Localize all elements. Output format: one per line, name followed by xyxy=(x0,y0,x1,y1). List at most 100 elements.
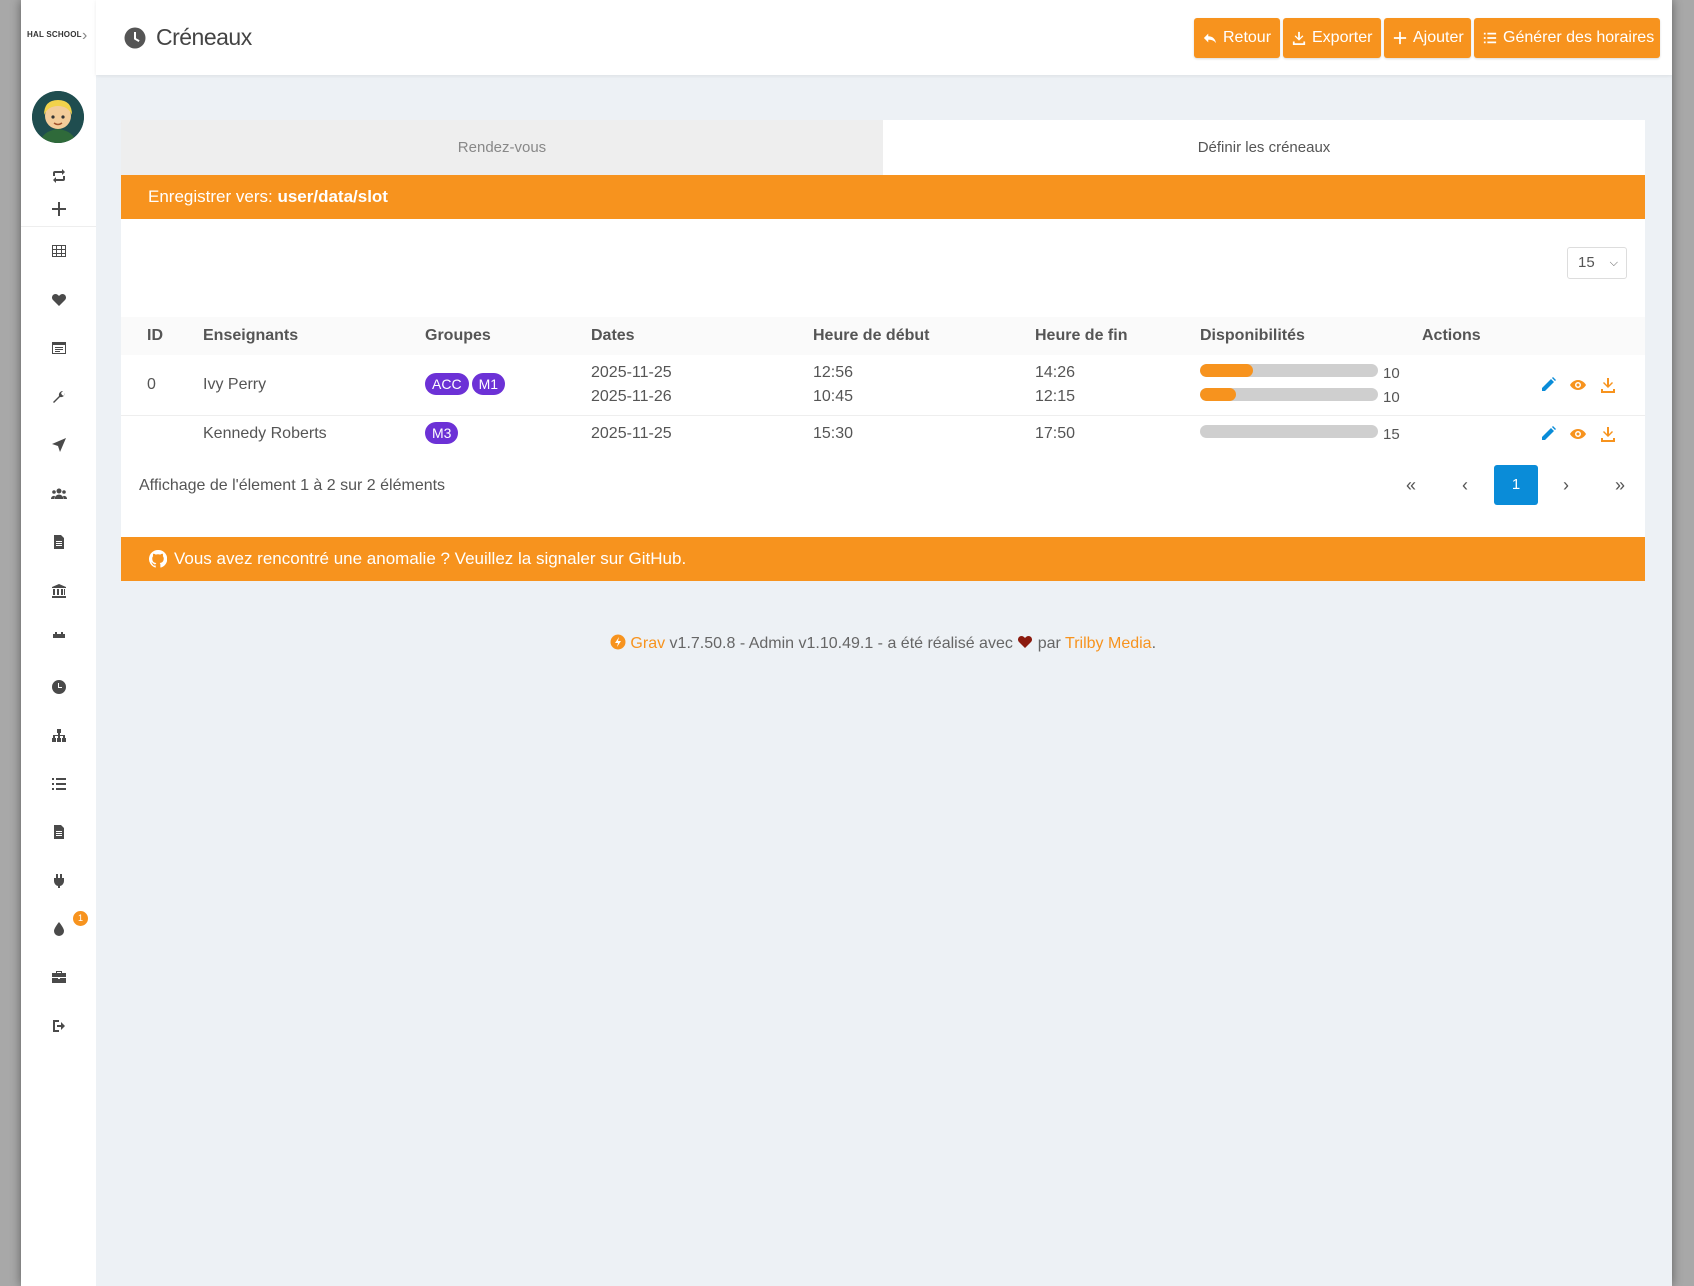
app-window: HAL SCHOOL › 1 Créneaux Retour Exporter … xyxy=(21,0,1672,1286)
generate-schedules-button[interactable]: Générer des horaires xyxy=(1474,18,1660,58)
column-header-teachers[interactable]: Enseignants xyxy=(203,317,298,355)
pagination-last-button[interactable]: » xyxy=(1598,465,1642,505)
slots-panel: 15 ⌵ ID Enseignants Groupes Dates Heure … xyxy=(121,219,1645,537)
sidebar-logout-icon[interactable] xyxy=(21,1018,96,1039)
column-header-dates[interactable]: Dates xyxy=(591,317,635,355)
availability-progress-bar xyxy=(1200,388,1378,401)
table-header: ID Enseignants Groupes Dates Heure de dé… xyxy=(121,317,1645,355)
export-button-label: Exporter xyxy=(1312,29,1373,46)
row-end-time: 17:50 xyxy=(1035,425,1076,442)
sidebar-add-icon[interactable] xyxy=(21,201,96,222)
chevron-down-icon: ⌵ xyxy=(1609,257,1618,269)
column-header-groups[interactable]: Groupes xyxy=(425,317,491,355)
per-page-value: 15 xyxy=(1578,254,1595,271)
row-start-time: 10:45 xyxy=(813,388,854,405)
save-location-path: user/data/slot xyxy=(277,187,388,206)
trilby-media-link[interactable]: Trilby Media xyxy=(1065,635,1152,652)
row-end-time: 12:15 xyxy=(1035,388,1076,405)
view-eye-icon[interactable] xyxy=(1569,376,1587,394)
clock-icon xyxy=(124,27,146,49)
sidebar-heart-icon[interactable] xyxy=(21,292,96,313)
group-badge: ACC xyxy=(425,373,469,395)
tab-define-slots[interactable]: Définir les créneaux xyxy=(883,120,1645,175)
bug-report-bar[interactable]: Vous avez rencontré une anomalie ? Veuil… xyxy=(121,537,1645,581)
sidebar-divider xyxy=(21,226,96,227)
sidebar-institution-icon[interactable] xyxy=(21,583,96,604)
sidebar-document-icon[interactable] xyxy=(21,824,96,845)
edit-pencil-icon[interactable] xyxy=(1539,376,1557,394)
row-start-time: 15:30 xyxy=(813,425,854,442)
download-icon[interactable] xyxy=(1599,376,1617,394)
view-eye-icon[interactable] xyxy=(1569,425,1587,443)
group-badge: M1 xyxy=(471,373,506,395)
row-date: 2025-11-25 xyxy=(591,364,672,381)
row-groups: ACC M1 xyxy=(425,373,508,395)
footer-by-text: par xyxy=(1033,635,1066,652)
sidebar-toolbox-icon[interactable] xyxy=(21,969,96,990)
sidebar-calendar-list-icon[interactable] xyxy=(21,340,96,361)
column-header-availability[interactable]: Disponibilités xyxy=(1200,317,1305,355)
availability-count: 15 xyxy=(1383,426,1400,443)
sidebar-grid-icon[interactable] xyxy=(21,243,96,264)
footer-version-text: v1.7.50.8 - Admin v1.10.49.1 - a été réa… xyxy=(665,635,1018,652)
availability-progress-bar xyxy=(1200,425,1378,438)
availability-count: 10 xyxy=(1383,389,1400,406)
row-groups: M3 xyxy=(425,422,461,444)
sidebar: HAL SCHOOL › 1 xyxy=(21,0,96,1286)
sidebar-clock-icon[interactable] xyxy=(21,679,96,700)
save-location-prefix: Enregistrer vers: xyxy=(148,187,278,206)
sidebar-calendar-icon[interactable] xyxy=(21,631,96,652)
row-start-time: 12:56 xyxy=(813,364,854,381)
add-button[interactable]: Ajouter xyxy=(1384,18,1471,58)
sidebar-list-icon[interactable] xyxy=(21,776,96,797)
sidebar-send-icon[interactable] xyxy=(21,437,96,458)
add-button-label: Ajouter xyxy=(1413,29,1464,46)
table-row[interactable]: Kennedy Roberts M3 2025-11-25 15:30 17:5… xyxy=(121,415,1645,453)
per-page-select[interactable]: 15 ⌵ xyxy=(1567,247,1627,279)
sidebar-sync-icon[interactable] xyxy=(21,168,96,189)
download-icon xyxy=(1292,31,1306,45)
pagination-prev-button[interactable]: ‹ xyxy=(1443,465,1487,505)
tab-appointments[interactable]: Rendez-vous xyxy=(121,120,883,175)
footer-end-text: . xyxy=(1151,635,1157,652)
generate-schedules-button-label: Générer des horaires xyxy=(1503,29,1655,46)
sidebar-file-icon[interactable] xyxy=(21,534,96,555)
sidebar-toggle-chevron-icon[interactable]: › xyxy=(82,27,87,45)
user-avatar[interactable] xyxy=(32,91,84,143)
sidebar-sitemap-icon[interactable] xyxy=(21,728,96,749)
column-header-end-time[interactable]: Heure de fin xyxy=(1035,317,1127,355)
back-button[interactable]: Retour xyxy=(1194,18,1280,58)
github-icon xyxy=(149,550,167,568)
column-header-actions: Actions xyxy=(1422,327,1481,344)
row-date: 2025-11-25 xyxy=(591,425,672,442)
pagination-info: Affichage de l'élement 1 à 2 sur 2 éléme… xyxy=(139,477,446,494)
group-badge: M3 xyxy=(425,422,459,444)
logo-bar: HAL SCHOOL › xyxy=(21,0,96,75)
logo[interactable]: HAL SCHOOL xyxy=(27,30,82,39)
edit-pencil-icon[interactable] xyxy=(1539,425,1557,443)
notification-badge: 1 xyxy=(73,911,88,926)
download-icon[interactable] xyxy=(1599,425,1617,443)
plus-icon xyxy=(1393,31,1407,45)
tabs: Rendez-vous Définir les créneaux xyxy=(121,120,1645,175)
export-button[interactable]: Exporter xyxy=(1283,18,1381,58)
sidebar-plugin-icon[interactable] xyxy=(21,873,96,894)
availability-count: 10 xyxy=(1383,365,1400,382)
sidebar-users-icon[interactable] xyxy=(21,486,96,507)
grav-link[interactable]: Grav xyxy=(630,635,665,652)
pagination-first-button[interactable]: « xyxy=(1389,465,1433,505)
reply-icon xyxy=(1203,33,1217,44)
table-row[interactable]: 0 Ivy Perry ACC M1 2025-11-25 2025-11-26 … xyxy=(121,355,1645,416)
footer: Grav v1.7.50.8 - Admin v1.10.49.1 - a ét… xyxy=(121,634,1645,653)
row-teacher: Kennedy Roberts xyxy=(203,425,327,442)
column-header-start-time[interactable]: Heure de début xyxy=(813,317,929,355)
bug-report-text: Vous avez rencontré une anomalie ? Veuil… xyxy=(174,549,687,568)
logo-text: HAL SCHOOL xyxy=(27,30,82,39)
pagination-page-button[interactable]: 1 xyxy=(1494,465,1538,505)
row-id: 0 xyxy=(147,376,156,393)
row-teacher: Ivy Perry xyxy=(203,376,267,393)
grav-logo-icon xyxy=(610,634,626,650)
pagination-next-button[interactable]: › xyxy=(1544,465,1588,505)
column-header-id[interactable]: ID xyxy=(147,317,163,355)
sidebar-wrench-icon[interactable] xyxy=(21,389,96,410)
